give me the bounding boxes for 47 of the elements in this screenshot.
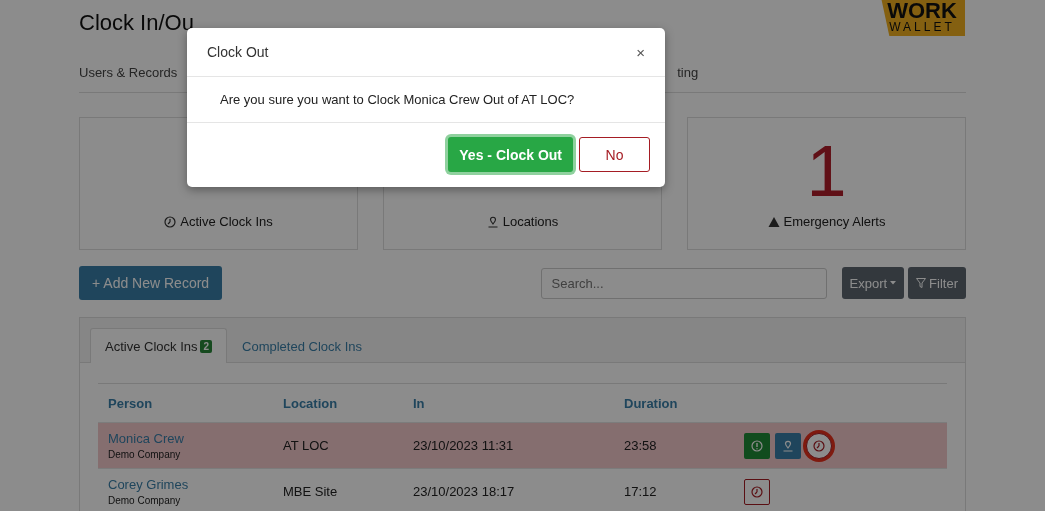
funnel-icon xyxy=(916,278,927,288)
table-cell-text: 23/10/2023 11:31 xyxy=(412,438,515,453)
records-tab[interactable]: Completed Clock Ins xyxy=(227,328,377,363)
close-button[interactable]: × xyxy=(636,43,645,61)
pin-icon xyxy=(782,439,794,452)
export-button[interactable]: Export xyxy=(841,267,905,299)
clock-icon xyxy=(751,485,763,498)
table-cell-text: MBE Site xyxy=(282,484,339,499)
table-cell-text: 23/10/2023 18:17 xyxy=(412,484,516,499)
table-cell-text: 23:58 xyxy=(623,438,658,453)
clock-out-button[interactable] xyxy=(744,478,770,505)
pin-icon xyxy=(486,215,499,228)
stat-value: 1 xyxy=(806,136,847,206)
dialog-message: Are you sure you want to Clock Monica Crew Out of AT LOC? xyxy=(220,92,575,107)
clock-out-button[interactable] xyxy=(806,432,832,459)
table-cell-text: 17:12 xyxy=(623,484,658,499)
stat-label: Emergency Alerts xyxy=(783,214,886,229)
column-header: Person xyxy=(107,396,154,413)
emergency-button[interactable] xyxy=(744,432,770,459)
person-link[interactable]: Monica Crew xyxy=(108,431,273,446)
clock-icon xyxy=(813,439,825,452)
cancel-button[interactable]: No xyxy=(579,137,650,172)
search-field[interactable]: Search... xyxy=(540,267,827,299)
nav-tab[interactable]: ting xyxy=(677,55,699,92)
column-header: In xyxy=(412,396,426,413)
caret-icon xyxy=(890,281,897,285)
filter-button[interactable]: Filter xyxy=(908,267,966,299)
clock-icon xyxy=(164,215,177,228)
company-name: Demo Company xyxy=(108,449,182,460)
nav-tab[interactable]: Users & Records xyxy=(79,55,178,92)
stat-label: Active Clock Ins xyxy=(180,214,273,229)
location-button[interactable] xyxy=(775,432,801,459)
count-badge: 2 xyxy=(200,339,213,353)
logo: WORK WALLET xyxy=(879,0,965,36)
stat-label: Locations xyxy=(502,214,559,229)
person-link[interactable]: Corey Grimes xyxy=(108,477,273,492)
warning-icon xyxy=(767,215,780,228)
column-header: Location xyxy=(282,396,339,413)
dialog-title: Clock Out xyxy=(207,44,269,60)
table-cell-text: AT LOC xyxy=(282,438,330,453)
page-title: Clock In/Ou xyxy=(79,10,194,37)
column-header: Duration xyxy=(623,396,679,413)
company-name: Demo Company xyxy=(108,495,182,506)
info-circle-icon xyxy=(751,439,763,452)
add-record-button[interactable]: + Add New Record xyxy=(79,266,223,300)
records-tab[interactable]: Active Clock Ins 2 xyxy=(90,328,228,363)
confirm-button[interactable]: Yes - Clock Out xyxy=(448,137,573,172)
